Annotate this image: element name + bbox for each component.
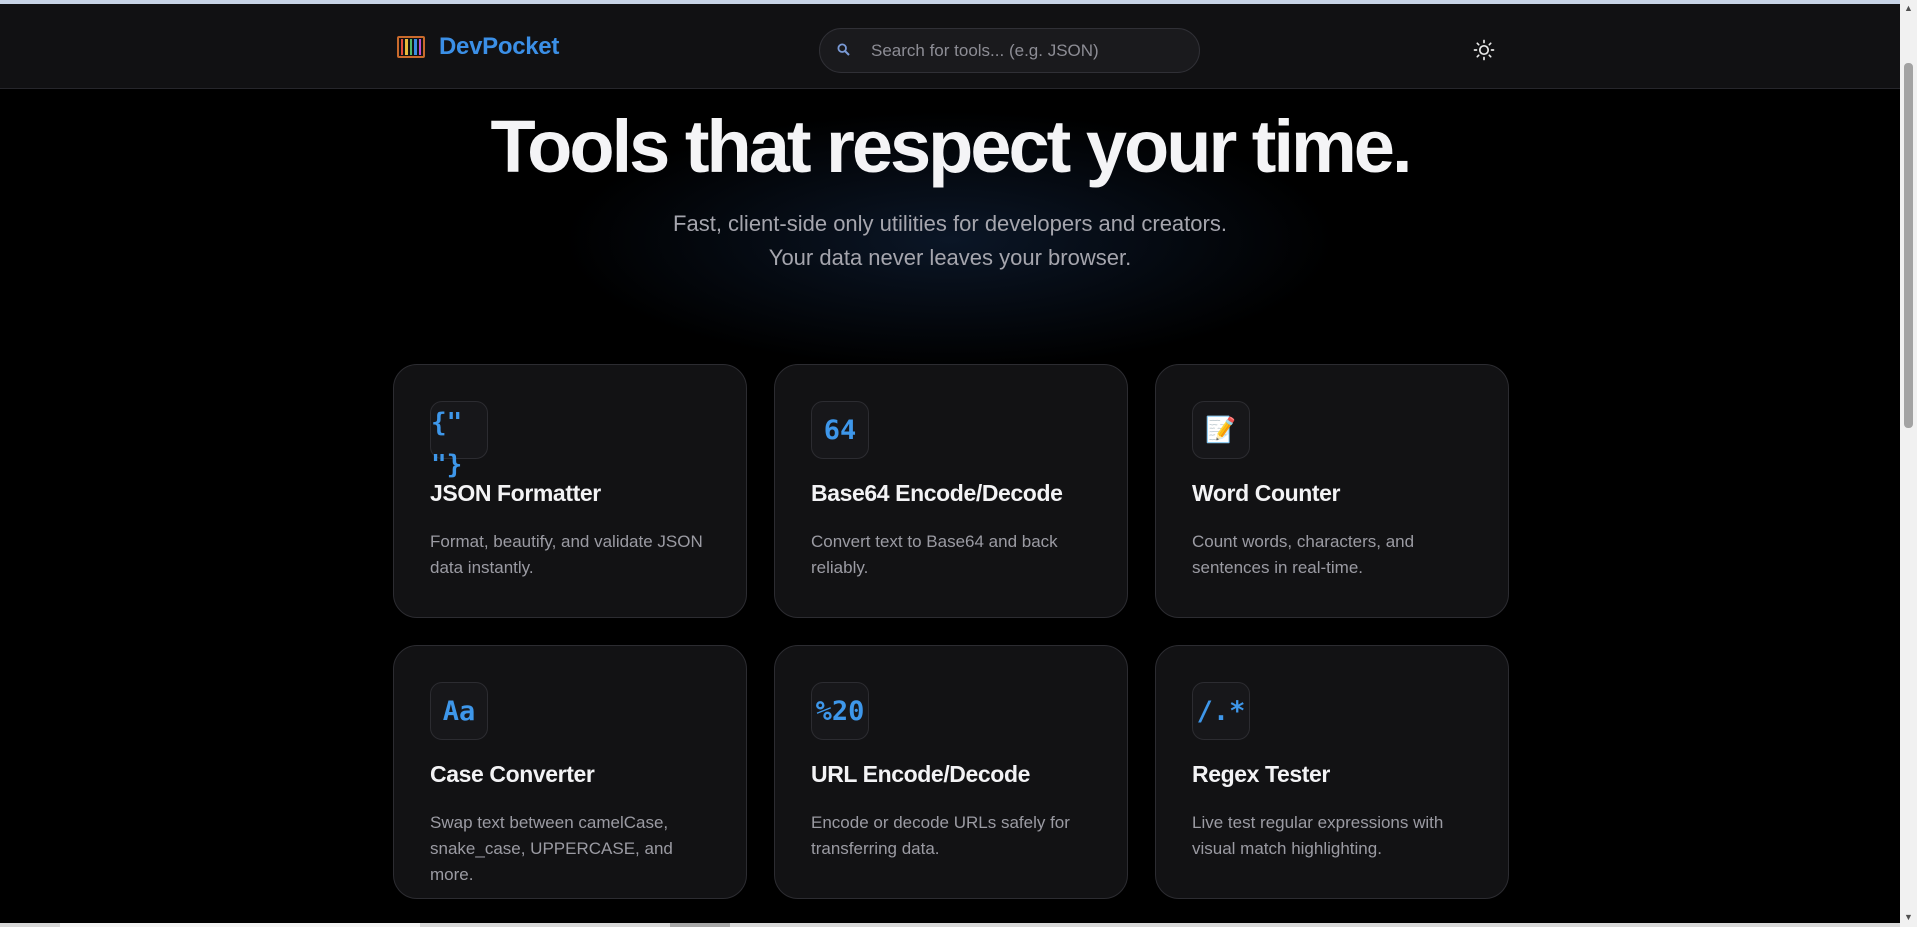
tool-title: Case Converter <box>430 761 595 787</box>
tool-title: JSON Formatter <box>430 480 601 506</box>
tool-card-case-converter[interactable]: Aa Case Converter Swap text between came… <box>393 645 747 899</box>
search-input[interactable] <box>869 39 1199 62</box>
horizontal-scrollbar-thumb[interactable] <box>60 923 420 927</box>
base64-icon: 64 <box>811 401 869 459</box>
tool-card-word-counter[interactable]: 📝 Word Counter Count words, characters, … <box>1155 364 1509 618</box>
tool-card-url-encode[interactable]: %20 URL Encode/Decode Encode or decode U… <box>774 645 1128 899</box>
tool-description: Encode or decode URLs safely for transfe… <box>811 813 1070 858</box>
hero-title: Tools that respect your time. <box>490 105 1412 188</box>
vertical-scrollbar[interactable]: ▲ ▼ <box>1900 0 1917 927</box>
tool-description: Format, beautify, and validate JSON data… <box>430 532 703 577</box>
theme-toggle-button[interactable] <box>1470 36 1498 64</box>
horizontal-scrollbar-marker <box>670 923 730 927</box>
horizontal-scrollbar[interactable] <box>0 923 1900 927</box>
hero-subtitle-line-2: Your data never leaves your browser. <box>768 245 1132 270</box>
json-braces-icon: {" "} <box>430 401 488 480</box>
tool-title: URL Encode/Decode <box>811 761 1030 787</box>
tool-card-json-formatter[interactable]: {" "} JSON Formatter Format, beautify, a… <box>393 364 747 618</box>
tool-card-regex-tester[interactable]: /.* Regex Tester Live test regular expre… <box>1155 645 1509 899</box>
tool-description: Live test regular expressions with visua… <box>1192 813 1444 858</box>
hero-subtitle: Fast, client-side only utilities for dev… <box>0 207 1900 275</box>
regex-icon: /.* <box>1192 682 1250 740</box>
tool-title: Base64 Encode/Decode <box>811 480 1063 506</box>
tool-description: Count words, characters, and sentences i… <box>1192 532 1415 577</box>
case-icon: Aa <box>430 682 488 740</box>
tool-description: Swap text between camelCase, snake_case,… <box>430 813 673 884</box>
memo-icon: 📝 <box>1192 401 1250 459</box>
tools-grid: {" "} JSON Formatter Format, beautify, a… <box>393 364 1509 899</box>
scroll-up-arrow-icon[interactable]: ▲ <box>1903 3 1914 13</box>
search-icon <box>837 42 859 59</box>
tool-title: Word Counter <box>1192 480 1341 506</box>
logo-text: DevPocket <box>439 33 560 60</box>
tool-card-base64[interactable]: 64 Base64 Encode/Decode Convert text to … <box>774 364 1128 618</box>
site-header: DevPocket <box>0 4 1900 89</box>
sun-icon <box>1473 39 1495 61</box>
tool-title: Regex Tester <box>1192 761 1330 787</box>
hero-subtitle-line-1: Fast, client-side only utilities for dev… <box>673 211 1227 236</box>
abacus-icon <box>397 36 425 58</box>
logo-link[interactable]: DevPocket <box>397 33 559 61</box>
search-box[interactable] <box>819 28 1200 73</box>
percent-encoding-icon: %20 <box>811 682 869 740</box>
tool-description: Convert text to Base64 and back reliably… <box>811 532 1058 577</box>
scroll-down-arrow-icon[interactable]: ▼ <box>1903 912 1914 922</box>
scrollbar-thumb[interactable] <box>1904 63 1913 428</box>
